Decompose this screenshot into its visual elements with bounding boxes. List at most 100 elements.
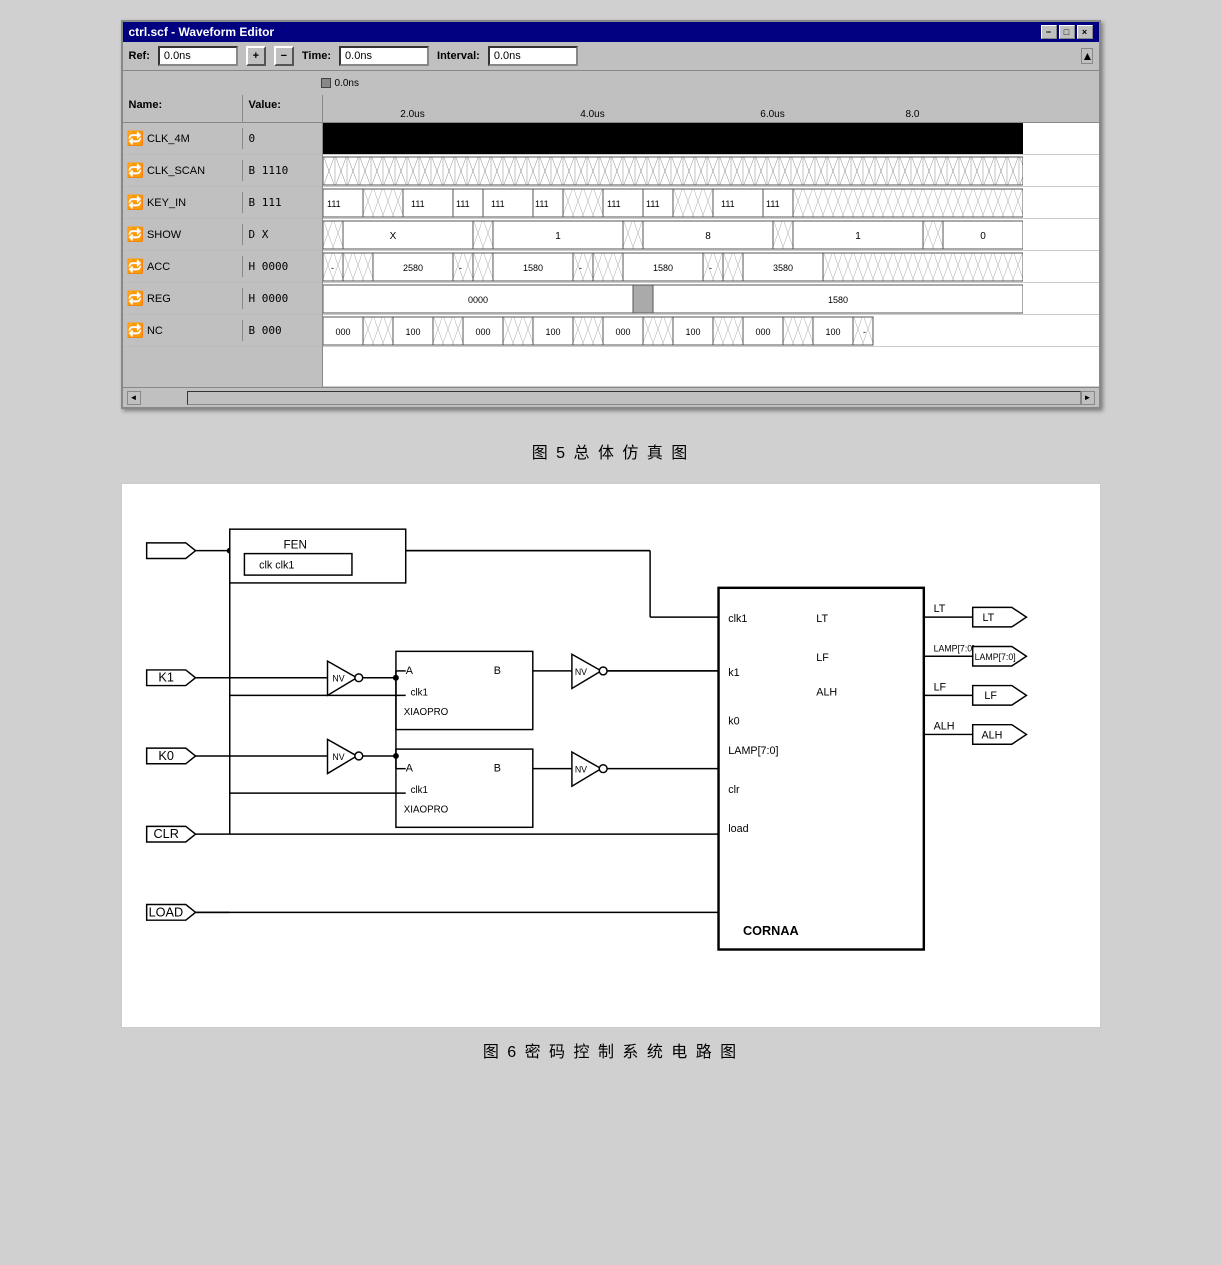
scroll-left-controls[interactable]: ◄ [127, 391, 187, 405]
signal-panel: Name: Value: 🔁 CLK_4M 0 🔁 CLK_SCAN B 111… [123, 95, 323, 387]
maximize-button[interactable]: □ [1059, 25, 1075, 39]
ref-input[interactable] [158, 46, 238, 66]
reg-svg: 0000 1580 [323, 283, 1023, 315]
signal-value-show: D X [243, 226, 322, 243]
svg-text:-: - [579, 263, 582, 273]
svg-text:-: - [709, 263, 712, 273]
svg-text:100: 100 [685, 327, 700, 337]
signal-name-show: 🔁 SHOW [123, 224, 243, 245]
wave-reg: 0000 1580 [323, 283, 1099, 315]
close-button[interactable]: × [1077, 25, 1093, 39]
time-label: Time: [302, 50, 331, 62]
signal-row-clkscan: 🔁 CLK_SCAN B 1110 [123, 155, 322, 187]
wave-padding [323, 347, 1099, 387]
signal-value-keyin: B 111 [243, 194, 322, 211]
junction2 [393, 753, 399, 759]
scroll-left-button[interactable]: ◄ [127, 391, 141, 405]
wave-clk4m [323, 123, 1099, 155]
signal-row-acc: 🔁 ACC H 0000 [123, 251, 322, 283]
nv4-label: NV [574, 765, 586, 775]
increment-button[interactable]: + [246, 46, 266, 66]
signal-value-clk4m: 0 [243, 130, 322, 147]
signal-name-keyin: 🔁 KEY_IN [123, 192, 243, 213]
nc-svg: 000 100 000 100 000 [323, 315, 1023, 347]
waveform-body: Name: Value: 🔁 CLK_4M 0 🔁 CLK_SCAN B 111… [123, 95, 1099, 387]
wave-show: X 1 8 1 0 [323, 219, 1099, 251]
svg-text:3580: 3580 [772, 263, 792, 273]
decrement-button[interactable]: − [274, 46, 294, 66]
scale-1: 4.0us [503, 109, 683, 120]
signal-name-clk4m: 🔁 CLK_4M [123, 128, 243, 149]
waveform-editor-window: ctrl.scf - Waveform Editor − □ × Ref: + … [121, 20, 1101, 409]
wave-clkscan [323, 155, 1099, 187]
toolbar: Ref: + − Time: Interval: ▲ [123, 42, 1099, 71]
value-column-header: Value: [243, 95, 322, 122]
interval-input[interactable] [488, 46, 578, 66]
cornaa-block [718, 588, 923, 950]
lamp-output-text: LAMP[7:0] [974, 652, 1015, 662]
lamp-label-right: LAMP[7:0] [933, 643, 974, 653]
marker-row: 0.0ns [123, 71, 1099, 95]
svg-text:111: 111 [327, 199, 341, 209]
signal-name-nc: 🔁 NC [123, 320, 243, 341]
scroll-right-button[interactable]: ► [1081, 391, 1095, 405]
nv4-bubble [599, 765, 607, 773]
figure5-caption: 图 5 总 体 仿 真 图 [532, 439, 690, 463]
cornaa-k1: k1 [728, 667, 739, 679]
cornaa-alh-inside: ALH [816, 686, 837, 698]
svg-text:8: 8 [705, 231, 711, 242]
time-input[interactable] [339, 46, 429, 66]
signal-name-clkscan: 🔁 CLK_SCAN [123, 160, 243, 181]
signal-row-reg: 🔁 REG H 0000 [123, 283, 322, 315]
xiaopro1-b-label: B [493, 665, 500, 677]
lt-output-text: LT [982, 612, 994, 624]
window-controls[interactable]: − □ × [1041, 25, 1093, 39]
waveform-scale: 2.0us 4.0us 6.0us 8.0 [323, 95, 1099, 123]
nv2-bubble [354, 752, 362, 760]
minimize-button[interactable]: − [1041, 25, 1057, 39]
scale-0: 2.0us [323, 109, 503, 120]
xiaopro1-name: XIAOPRO [403, 707, 448, 718]
horizontal-scrollbar[interactable] [187, 391, 1081, 405]
svg-text:111: 111 [766, 199, 780, 209]
figure6-caption: 图 6 密 码 控 制 系 统 电 路 图 [483, 1038, 738, 1062]
circuit-svg: CLK FEN clk clk1 K1 NV K0 NV [132, 494, 1090, 1014]
k1-label: K1 [158, 671, 174, 685]
signal-header: Name: Value: [123, 95, 322, 123]
wave-acc: - 2580 - 1580 - 1580 [323, 251, 1099, 283]
clr-label: CLR [153, 827, 178, 841]
cornaa-k0: k0 [728, 716, 739, 728]
name-column-header: Name: [123, 95, 243, 122]
scrollbar-area: ◄ ► [123, 387, 1099, 407]
wave-keyin: 111 111 111 111 111 111 [323, 187, 1099, 219]
svg-text:111: 111 [411, 199, 425, 209]
k0-label: K0 [158, 749, 174, 763]
ref-label: Ref: [129, 50, 150, 62]
marker-handle[interactable] [321, 78, 331, 88]
lf-output-text: LF [984, 690, 997, 702]
svg-text:2580: 2580 [402, 263, 422, 273]
signal-name-reg: 🔁 REG [123, 288, 243, 309]
xiaopro2-clk-label: clk1 [410, 785, 427, 796]
load-label: LOAD [148, 905, 183, 919]
clkscan-svg [323, 155, 1023, 187]
show-svg: X 1 8 1 0 [323, 219, 1023, 251]
keyin-svg: 111 111 111 111 111 111 [323, 187, 1023, 219]
svg-text:111: 111 [456, 199, 470, 209]
svg-text:000: 000 [335, 327, 350, 337]
svg-text:1580: 1580 [652, 263, 672, 273]
cornaa-lt-inside: LT [816, 613, 828, 625]
fen-label: FEN [283, 539, 306, 552]
cornaa-load: load [728, 823, 748, 835]
nv3-bubble [599, 667, 607, 675]
signal-value-reg: H 0000 [243, 290, 322, 307]
svg-text:111: 111 [535, 199, 549, 209]
circuit-diagram: CLK FEN clk clk1 K1 NV K0 NV [121, 483, 1101, 1028]
cornaa-lf-inside: LF [816, 652, 829, 664]
alh-label-right: ALH [933, 721, 954, 733]
vscroll-up[interactable]: ▲ [1081, 48, 1093, 64]
svg-text:0: 0 [980, 231, 986, 242]
clk4m-svg [323, 123, 1023, 155]
alh-output-text: ALH [981, 729, 1002, 741]
svg-text:-: - [459, 263, 462, 273]
